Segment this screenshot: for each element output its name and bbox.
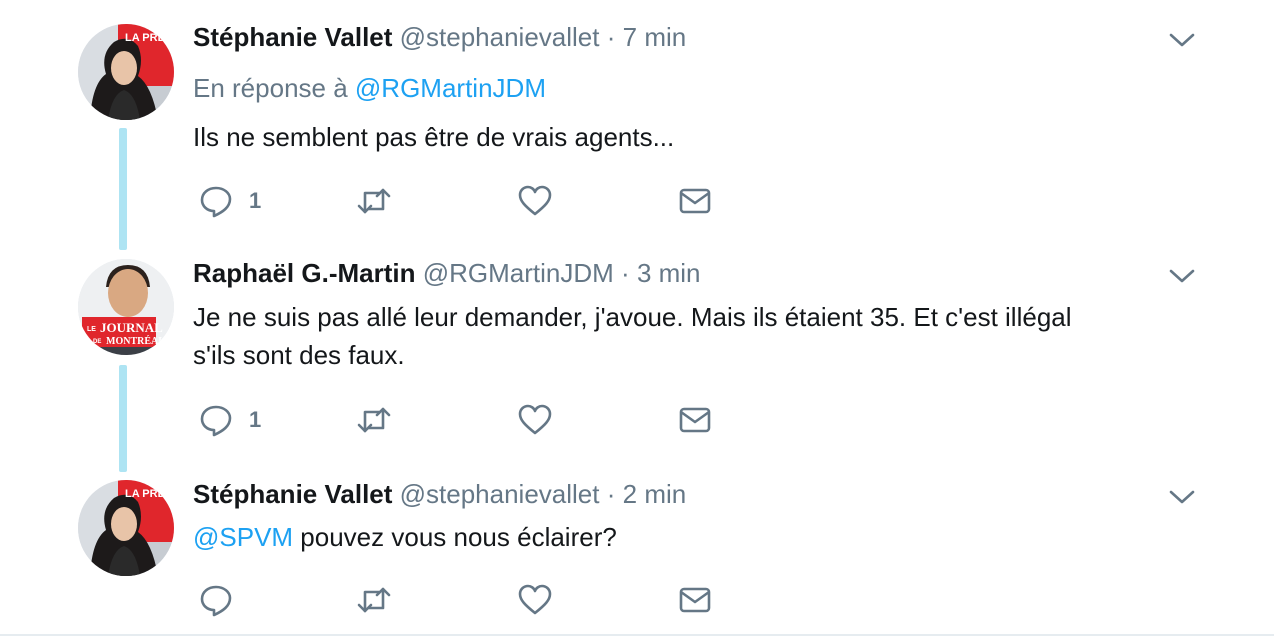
- avatar-brand-de: DE: [93, 339, 101, 345]
- avatar-brand-le: LE: [87, 326, 96, 333]
- thread-line: [119, 365, 127, 472]
- chevron-down-icon[interactable]: [1168, 262, 1196, 290]
- separator: ·: [606, 22, 616, 52]
- tweet-actions: [193, 580, 753, 620]
- direct-message-button[interactable]: [678, 181, 712, 221]
- reply-context: En réponse à @RGMartinJDM: [193, 73, 546, 104]
- reply-button[interactable]: 1: [199, 181, 261, 221]
- timestamp[interactable]: 2 min: [623, 479, 687, 509]
- tweet-text-body: pouvez vous nous éclairer?: [293, 522, 617, 552]
- separator: ·: [621, 258, 630, 288]
- reply-count: 1: [249, 407, 262, 432]
- avatar-image: LA PRESSE: [78, 480, 174, 576]
- reply-icon: [200, 186, 232, 218]
- tweet-text-line: Je ne suis pas allé leur demander, j'avo…: [193, 302, 1072, 332]
- avatar-image: LA PRESSE: [78, 24, 174, 120]
- mention-link[interactable]: @SPVM: [193, 522, 293, 552]
- tweet-header: Stéphanie Vallet @stephanievallet · 7 mi…: [193, 22, 686, 53]
- reply-count: 1: [249, 188, 262, 213]
- tweet-3[interactable]: LA PRESSE Stéphanie Vallet @stephanieval…: [0, 472, 1274, 634]
- avatar[interactable]: LA PRESSE: [78, 24, 174, 120]
- like-button[interactable]: [518, 580, 552, 620]
- chevron-down-icon[interactable]: [1168, 483, 1196, 511]
- avatar-image: LE JOURNAL DE MONTRÉAL: [78, 259, 174, 355]
- tweet-header: Raphaël G.-Martin @RGMartinJDM · 3 min: [193, 258, 701, 289]
- username[interactable]: @RGMartinJDM: [423, 258, 614, 288]
- avatar[interactable]: LE JOURNAL DE MONTRÉAL: [78, 259, 174, 355]
- username[interactable]: @stephanievallet: [400, 479, 600, 509]
- timeline-divider: [0, 634, 1274, 636]
- reply-icon: [200, 585, 232, 617]
- timestamp[interactable]: 7 min: [623, 22, 687, 52]
- direct-message-button[interactable]: [678, 580, 712, 620]
- reply-icon: [200, 405, 232, 437]
- tweet-header: Stéphanie Vallet @stephanievallet · 2 mi…: [193, 479, 686, 510]
- avatar[interactable]: LA PRESSE: [78, 480, 174, 576]
- chevron-down-icon[interactable]: [1168, 26, 1196, 54]
- retweet-button[interactable]: [357, 400, 391, 440]
- tweet-actions: 1: [193, 400, 753, 440]
- username[interactable]: @stephanievallet: [400, 22, 600, 52]
- display-name[interactable]: Stéphanie Vallet: [193, 479, 392, 509]
- retweet-icon: [357, 188, 391, 214]
- envelope-icon: [679, 587, 711, 613]
- retweet-button[interactable]: [357, 181, 391, 221]
- tweet-text-line: s'ils sont des faux.: [193, 340, 405, 370]
- tweet-2[interactable]: LE JOURNAL DE MONTRÉAL Raphaël G.-Martin…: [0, 250, 1274, 472]
- envelope-icon: [679, 188, 711, 214]
- like-button[interactable]: [518, 400, 552, 440]
- tweet-text: @SPVM pouvez vous nous éclairer?: [193, 518, 1173, 556]
- direct-message-button[interactable]: [678, 400, 712, 440]
- heart-icon: [518, 185, 552, 216]
- avatar-brand-text: LA PRESSE: [125, 32, 174, 44]
- display-name[interactable]: Stéphanie Vallet: [193, 22, 392, 52]
- separator: ·: [606, 479, 616, 509]
- tweet-actions: 1: [193, 181, 753, 221]
- tweet-text: Ils ne semblent pas être de vrais agents…: [193, 122, 675, 152]
- avatar-brand-journal: JOURNAL: [100, 320, 163, 335]
- tweet-1[interactable]: LA PRESSE Stéphanie Vallet @stephanieval…: [0, 0, 1274, 250]
- retweet-icon: [357, 407, 391, 433]
- timestamp[interactable]: 3 min: [637, 258, 701, 288]
- reply-mention-link[interactable]: @RGMartinJDM: [355, 73, 546, 103]
- display-name[interactable]: Raphaël G.-Martin: [193, 258, 415, 288]
- retweet-icon: [357, 587, 391, 613]
- thread-line: [119, 128, 127, 250]
- retweet-button[interactable]: [357, 580, 391, 620]
- tweet-text: Je ne suis pas allé leur demander, j'avo…: [193, 298, 1173, 374]
- avatar-brand-montreal: MONTRÉAL: [106, 335, 165, 347]
- heart-icon: [518, 584, 552, 615]
- reply-prefix: En réponse à: [193, 73, 348, 103]
- heart-icon: [518, 404, 552, 435]
- like-button[interactable]: [518, 181, 552, 221]
- avatar-brand-text: LA PRESSE: [125, 488, 174, 500]
- reply-button[interactable]: 1: [199, 400, 261, 440]
- envelope-icon: [679, 407, 711, 433]
- reply-button[interactable]: [199, 580, 233, 620]
